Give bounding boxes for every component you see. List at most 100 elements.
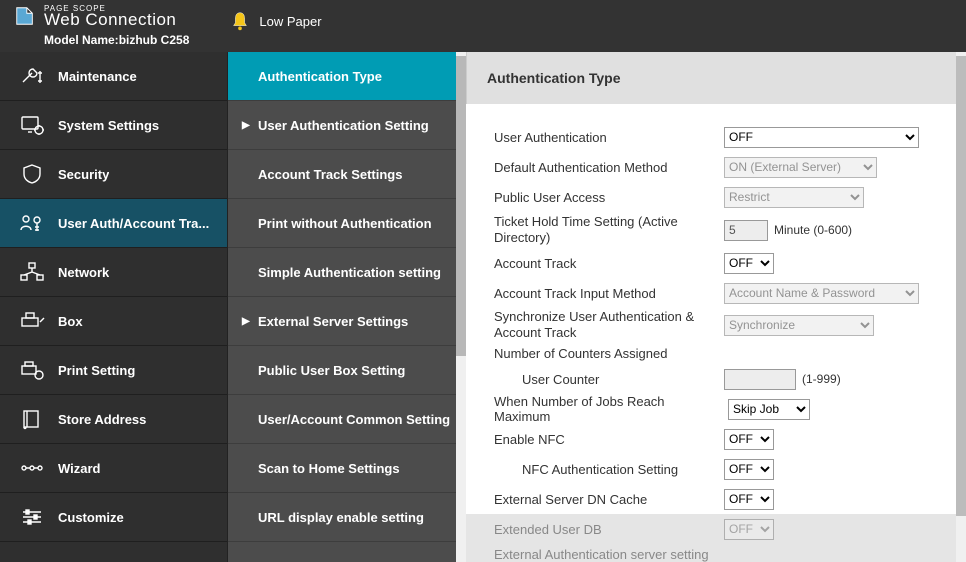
nav-label: Print Setting xyxy=(58,363,135,378)
label-ext-db: Extended User DB xyxy=(494,522,724,537)
subnav-url-display[interactable]: URL display enable setting xyxy=(228,493,466,542)
nav-label: System Settings xyxy=(58,118,159,133)
label-account-track: Account Track xyxy=(494,256,724,271)
nav-system-settings[interactable]: System Settings xyxy=(0,101,227,150)
title-block: PAGE SCOPE Web Connection Model Name:biz… xyxy=(44,5,189,47)
subnav-common-setting[interactable]: User/Account Common Setting xyxy=(228,395,466,444)
label-sync: Synchronize User Authentication & Accoun… xyxy=(494,309,724,340)
print-gear-icon xyxy=(18,359,46,381)
row-ticket: Ticket Hold Time Setting (Active Directo… xyxy=(494,212,948,248)
subnav-public-user-box[interactable]: Public User Box Setting xyxy=(228,346,466,395)
subnav-label: Print without Authentication xyxy=(258,216,432,231)
person-key-icon xyxy=(18,212,46,234)
scrollbar-thumb[interactable] xyxy=(956,56,966,516)
subnav-label: External Server Settings xyxy=(258,314,408,329)
app-title: Web Connection xyxy=(44,11,189,28)
user-counter-suffix: (1-999) xyxy=(802,372,841,386)
status-block: Low Paper xyxy=(229,10,321,32)
select-account-track[interactable]: OFF xyxy=(724,253,774,274)
content-scrollbar[interactable] xyxy=(956,52,966,562)
subnav-scan-home[interactable]: Scan to Home Settings xyxy=(228,444,466,493)
label-nfc-setting: NFC Authentication Setting xyxy=(494,462,724,477)
subnav-auth-type[interactable]: Authentication Type xyxy=(228,52,466,101)
input-ticket-time xyxy=(724,220,768,241)
shield-icon xyxy=(18,163,46,185)
model-line: Model Name:bizhub C258 xyxy=(44,33,189,47)
subnav-account-track-settings[interactable]: Account Track Settings xyxy=(228,150,466,199)
subnav-simple-auth[interactable]: Simple Authentication setting xyxy=(228,248,466,297)
content-panel: Authentication Type User Authentication … xyxy=(466,52,966,562)
row-sync: Synchronize User Authentication & Accoun… xyxy=(494,308,948,342)
nav-wizard[interactable]: Wizard xyxy=(0,444,227,493)
subnav-label: Account Track Settings xyxy=(258,167,402,182)
main-area: Maintenance System Settings Security Use… xyxy=(0,52,966,562)
nav-user-auth[interactable]: User Auth/Account Tra... xyxy=(0,199,227,248)
page-title: Authentication Type xyxy=(466,52,966,104)
label-public-access: Public User Access xyxy=(494,190,724,205)
secondary-nav: Authentication Type ▶ User Authenticatio… xyxy=(228,52,466,562)
disabled-section: Extended User DB OFF External Authentica… xyxy=(466,514,966,562)
label-counters: Number of Counters Assigned xyxy=(494,346,724,361)
select-nfc-setting[interactable]: OFF xyxy=(724,459,774,480)
row-user-auth: User Authentication OFF xyxy=(494,122,948,152)
printer-icon xyxy=(18,310,46,332)
label-at-input: Account Track Input Method xyxy=(494,286,724,301)
nav-network[interactable]: Network xyxy=(0,248,227,297)
nav-label: User Auth/Account Tra... xyxy=(58,216,209,231)
subnav-user-auth-setting[interactable]: ▶ User Authentication Setting xyxy=(228,101,466,150)
subnav-scrollbar[interactable] xyxy=(456,52,466,562)
row-default-auth: Default Authentication Method ON (Extern… xyxy=(494,152,948,182)
label-ticket: Ticket Hold Time Setting (Active Directo… xyxy=(494,214,724,245)
select-user-auth[interactable]: OFF xyxy=(724,127,919,148)
primary-nav: Maintenance System Settings Security Use… xyxy=(0,52,228,562)
row-ext-db: Extended User DB OFF xyxy=(494,514,948,544)
label-nfc: Enable NFC xyxy=(494,432,724,447)
network-icon xyxy=(18,261,46,283)
nav-maintenance[interactable]: Maintenance xyxy=(0,52,227,101)
row-public-access: Public User Access Restrict xyxy=(494,182,948,212)
nav-store-address[interactable]: Store Address xyxy=(0,395,227,444)
subnav-print-wo-auth[interactable]: Print without Authentication xyxy=(228,199,466,248)
subnav-label: Scan to Home Settings xyxy=(258,461,400,476)
select-dn-cache[interactable]: OFF xyxy=(724,489,774,510)
select-nfc[interactable]: OFF xyxy=(724,429,774,450)
subnav-label: Authentication Type xyxy=(258,69,382,84)
low-paper-icon xyxy=(229,10,251,32)
subnav-label: Public User Box Setting xyxy=(258,363,405,378)
select-default-auth: ON (External Server) xyxy=(724,157,877,178)
subnav-external-server[interactable]: ▶ External Server Settings xyxy=(228,297,466,346)
label-dn-cache: External Server DN Cache xyxy=(494,492,724,507)
book-icon xyxy=(18,408,46,430)
select-jobs-max[interactable]: Skip Job xyxy=(728,399,810,420)
label-user-auth: User Authentication xyxy=(494,130,724,145)
scrollbar-thumb[interactable] xyxy=(456,56,466,356)
row-ext-auth: External Authentication server setting xyxy=(494,544,948,562)
nav-label: Customize xyxy=(58,510,124,525)
row-nfc: Enable NFC OFF xyxy=(494,424,948,454)
nav-label: Wizard xyxy=(58,461,101,476)
label-user-counter: User Counter xyxy=(494,372,724,387)
nav-customize[interactable]: Customize xyxy=(0,493,227,542)
nav-box[interactable]: Box xyxy=(0,297,227,346)
nav-print-setting[interactable]: Print Setting xyxy=(0,346,227,395)
nav-label: Security xyxy=(58,167,109,182)
monitor-gear-icon xyxy=(18,114,46,136)
label-ext-auth: External Authentication server setting xyxy=(494,547,794,562)
label-jobs-max: When Number of Jobs Reach Maximum xyxy=(494,394,728,424)
row-dn-cache: External Server DN Cache OFF xyxy=(494,484,948,514)
subnav-label: User/Account Common Setting xyxy=(258,412,450,427)
row-user-counter: User Counter (1-999) xyxy=(494,364,948,394)
row-jobs-max: When Number of Jobs Reach Maximum Skip J… xyxy=(494,394,948,424)
nav-security[interactable]: Security xyxy=(0,150,227,199)
wrench-icon xyxy=(18,65,46,87)
status-text: Low Paper xyxy=(259,14,321,29)
select-public-access: Restrict xyxy=(724,187,864,208)
chevron-right-icon: ▶ xyxy=(242,120,256,131)
row-counters: Number of Counters Assigned xyxy=(494,342,948,364)
row-nfc-setting: NFC Authentication Setting OFF xyxy=(494,454,948,484)
subnav-label: Simple Authentication setting xyxy=(258,265,441,280)
form-area: User Authentication OFF Default Authenti… xyxy=(466,104,966,562)
nav-label: Maintenance xyxy=(58,69,137,84)
nav-label: Store Address xyxy=(58,412,146,427)
page-scope-logo-icon xyxy=(14,5,36,29)
